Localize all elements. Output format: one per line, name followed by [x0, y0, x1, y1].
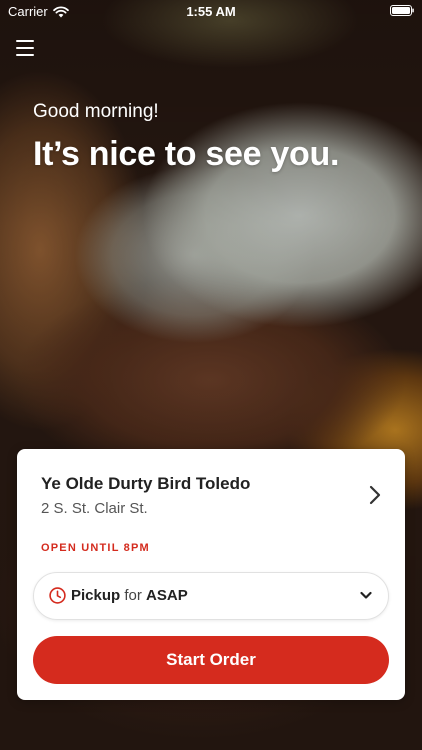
greeting-text: Good morning! — [33, 101, 159, 122]
battery-icon — [390, 5, 414, 16]
menu-icon-bar — [16, 47, 34, 49]
pickup-time: ASAP — [146, 587, 188, 604]
location-name: Ye Olde Durty Bird Toledo — [41, 474, 251, 493]
pickup-mode: Pickup — [71, 587, 121, 604]
page-title: It’s nice to see you. — [33, 135, 340, 173]
pickup-summary: Pickup for ASAP — [71, 587, 188, 604]
home-screen: Carrier 1:55 AM Good morning! It’s nice … — [0, 0, 422, 750]
location-card: Ye Olde Durty Bird Toledo 2 S. St. Clair… — [17, 449, 405, 700]
pickup-time-dropdown[interactable]: Pickup for ASAP — [33, 572, 389, 620]
open-hours-label: OPEN UNTIL 8PM — [41, 542, 150, 554]
chevron-right-icon — [369, 485, 381, 505]
location-address: 2 S. St. Clair St. — [41, 500, 148, 517]
start-order-button[interactable]: Start Order — [33, 636, 389, 684]
status-time: 1:55 AM — [186, 4, 236, 19]
menu-icon-bar — [16, 40, 34, 42]
chevron-down-icon — [360, 591, 372, 599]
menu-icon[interactable] — [16, 40, 34, 56]
pickup-connector: for — [124, 587, 142, 604]
clock-icon — [49, 587, 66, 604]
location-selector[interactable]: Ye Olde Durty Bird Toledo 2 S. St. Clair… — [17, 449, 405, 539]
menu-icon-bar — [16, 54, 34, 56]
status-bar: Carrier 1:55 AM — [0, 0, 422, 22]
